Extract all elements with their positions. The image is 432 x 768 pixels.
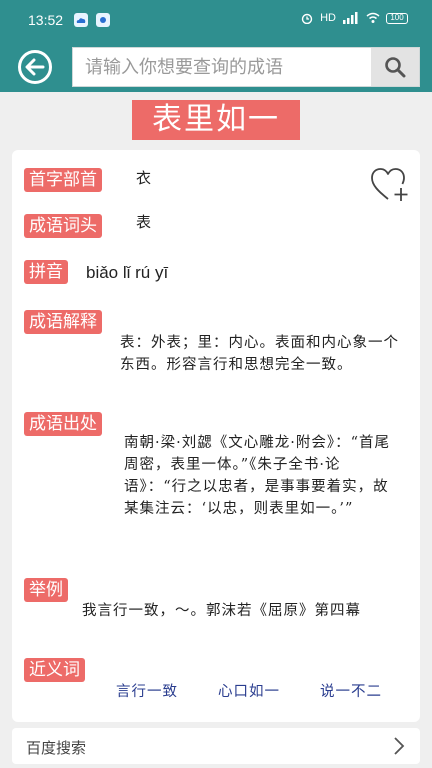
back-button[interactable]: [18, 50, 52, 84]
alarm-icon: [301, 13, 313, 24]
source-text: 南朝·梁·刘勰《文心雕龙·附会》：“首尾周密，表里一体。”《朱子全书·论语》：“…: [124, 435, 390, 517]
signal-icon: [343, 12, 358, 24]
baidu-search-row[interactable]: 百度搜索: [12, 728, 420, 764]
heart-plus-icon[interactable]: [370, 166, 410, 204]
search-button[interactable]: [371, 48, 419, 86]
idiom-title: 表里如一: [132, 100, 300, 140]
baidu-search-label: 百度搜索: [26, 739, 87, 757]
status-time: 13:52: [28, 12, 64, 28]
synonym-item[interactable]: 说一不二: [320, 680, 382, 701]
synonym-item[interactable]: 心口如一: [218, 680, 280, 701]
source-label: 成语出处: [24, 412, 102, 436]
battery-indicator: 100: [386, 12, 408, 24]
example-label: 举例: [24, 578, 68, 602]
radical-value: 衣: [136, 169, 152, 187]
synonym-label: 近义词: [24, 658, 85, 682]
search-icon: [385, 57, 406, 78]
example-text: 我言行一致，～。郭沫若《屈原》第四幕: [82, 603, 361, 619]
search-bar: [72, 47, 420, 87]
radical-label: 首字部首: [24, 168, 102, 192]
wifi-icon: [366, 12, 380, 23]
back-arrow-icon: [25, 58, 45, 76]
network-type: HD: [320, 12, 336, 24]
meaning-text: 表：外表；里：内心。表面和内心象一个东西。形容言行和思想完全一致。: [120, 335, 399, 373]
status-right: HD 100: [300, 12, 408, 24]
head-value: 表: [136, 213, 152, 231]
pinyin-value: biǎo lǐ rú yī: [86, 263, 169, 282]
cloud-notification-icon: [74, 13, 88, 27]
app-notification-icon: [96, 13, 110, 27]
meaning-label: 成语解释: [24, 310, 102, 334]
chevron-right-icon: [394, 737, 405, 755]
synonym-item[interactable]: 言行一致: [116, 680, 178, 701]
head-label: 成语词头: [24, 214, 102, 238]
status-bar: 13:52 HD 100: [0, 0, 432, 40]
pinyin-label: 拼音: [24, 260, 68, 284]
idiom-detail-card: 首字部首 衣 成语词头 表 拼音 biǎo lǐ rú yī 成语解释 表：外表…: [12, 150, 420, 722]
search-input[interactable]: [73, 48, 373, 86]
